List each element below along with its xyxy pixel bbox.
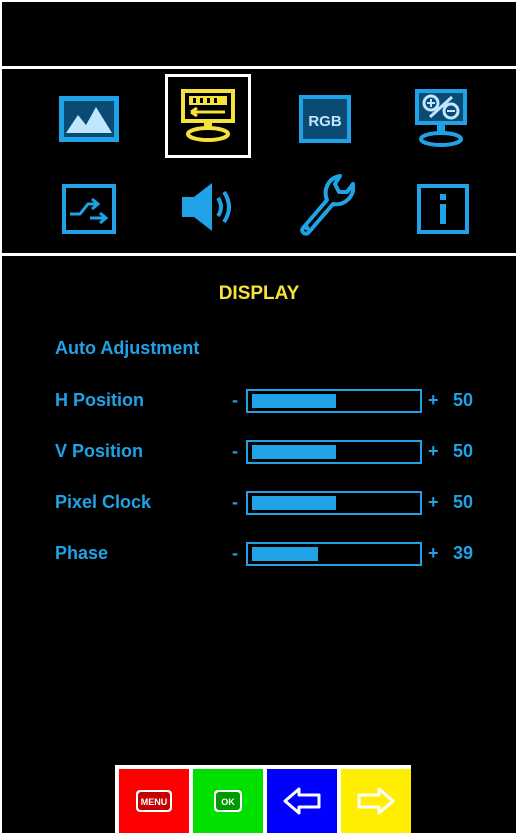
slider-value: 50 bbox=[453, 492, 474, 512]
setup-wrench-icon[interactable] bbox=[292, 170, 358, 236]
divider bbox=[2, 253, 516, 256]
menu-button[interactable]: MENU bbox=[119, 769, 189, 833]
ok-button-label: OK bbox=[221, 797, 235, 807]
decrease-button[interactable]: - bbox=[232, 441, 238, 462]
ok-button[interactable]: OK bbox=[193, 769, 263, 833]
osd-settings-icon[interactable] bbox=[408, 84, 474, 150]
menu-button-label: MENU bbox=[141, 797, 168, 807]
increase-button[interactable]: + bbox=[428, 543, 439, 564]
increase-button[interactable]: + bbox=[428, 441, 439, 462]
slider-label: H Position bbox=[55, 390, 144, 410]
slider-fill bbox=[252, 445, 336, 459]
decrease-button[interactable]: - bbox=[232, 390, 238, 411]
slider-value: 39 bbox=[453, 543, 474, 563]
slider-track[interactable] bbox=[246, 542, 422, 566]
decrease-button[interactable]: - bbox=[232, 492, 238, 513]
right-arrow-button[interactable] bbox=[341, 769, 411, 833]
header-bar bbox=[2, 2, 516, 66]
slider-fill bbox=[252, 394, 336, 408]
slider-label: V Position bbox=[55, 441, 144, 461]
slider-track[interactable] bbox=[246, 389, 422, 413]
slider-label: Phase bbox=[55, 543, 109, 563]
audio-icon[interactable] bbox=[176, 174, 242, 240]
increase-button[interactable]: + bbox=[428, 492, 439, 513]
slider-fill bbox=[252, 496, 336, 510]
slider-fill bbox=[252, 547, 318, 561]
divider bbox=[2, 66, 516, 69]
left-arrow-icon bbox=[283, 787, 321, 815]
right-arrow-icon bbox=[357, 787, 395, 815]
information-icon[interactable] bbox=[410, 176, 476, 242]
slider-label: Pixel Clock bbox=[55, 492, 152, 512]
page-title: DISPLAY bbox=[218, 283, 300, 304]
input-source-icon[interactable] bbox=[56, 176, 122, 242]
rgb-text: RGB bbox=[308, 113, 342, 130]
slider-value: 50 bbox=[453, 390, 474, 410]
increase-button[interactable]: + bbox=[428, 390, 439, 411]
auto-adjustment-item[interactable]: Auto Adjustment bbox=[55, 338, 199, 359]
decrease-button[interactable]: - bbox=[232, 543, 238, 564]
picture-icon[interactable] bbox=[56, 86, 122, 152]
left-arrow-button[interactable] bbox=[267, 769, 337, 833]
display-icon[interactable] bbox=[165, 74, 251, 158]
slider-track[interactable] bbox=[246, 440, 422, 464]
slider-value: 50 bbox=[453, 441, 474, 461]
rgb-icon[interactable]: RGB bbox=[292, 86, 358, 152]
button-bar: MENU OK bbox=[115, 765, 411, 833]
slider-track[interactable] bbox=[246, 491, 422, 515]
